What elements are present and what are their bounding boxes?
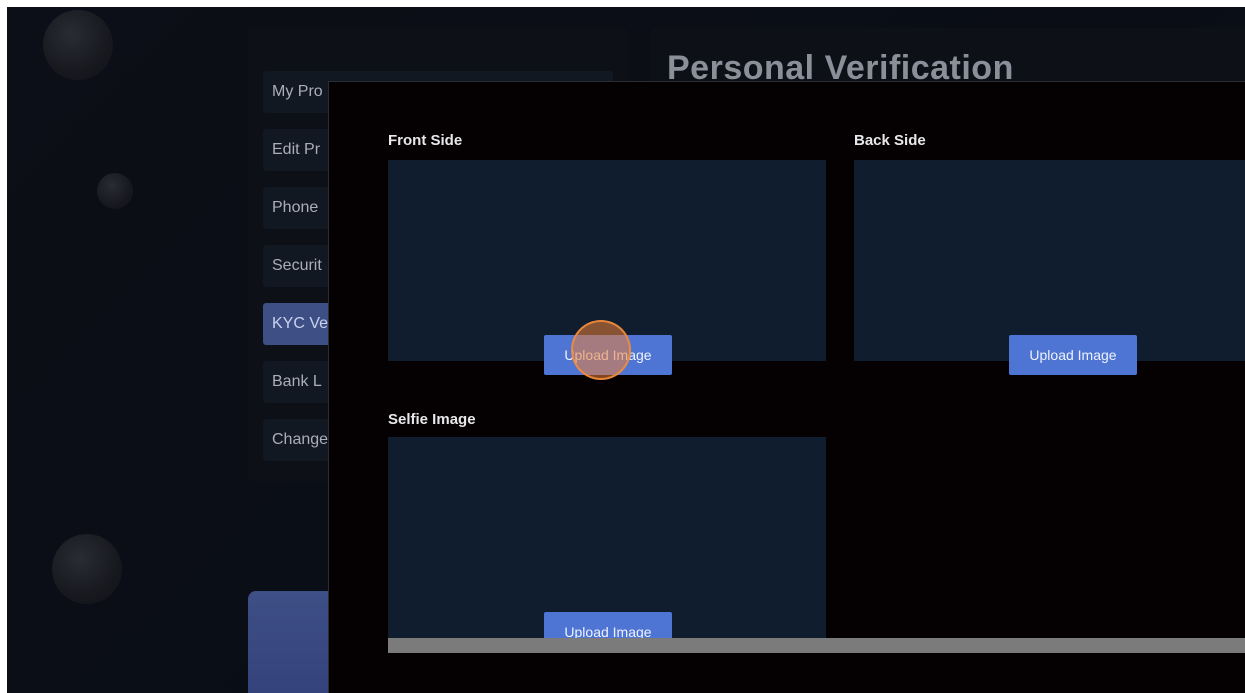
decorative-circle [97,173,133,209]
back-side-label: Back Side [854,132,926,149]
back-side-upload-button[interactable]: Upload Image [1009,335,1137,375]
kyc-upload-modal: Front Side Upload Image Back Side Upload… [328,81,1245,693]
app-background: My Pro Edit Pr Phone Securit KYC Ve Bank… [7,7,1245,693]
front-side-upload-button[interactable]: Upload Image [544,335,672,375]
front-side-label: Front Side [388,132,463,149]
decorative-circle [43,10,113,80]
back-side-upload-area[interactable] [854,160,1245,361]
horizontal-scrollbar[interactable] [388,638,1245,653]
decorative-circle [52,534,122,604]
selfie-image-label: Selfie Image [388,411,476,428]
selfie-upload-area[interactable] [388,437,826,638]
front-side-upload-area[interactable] [388,160,826,361]
